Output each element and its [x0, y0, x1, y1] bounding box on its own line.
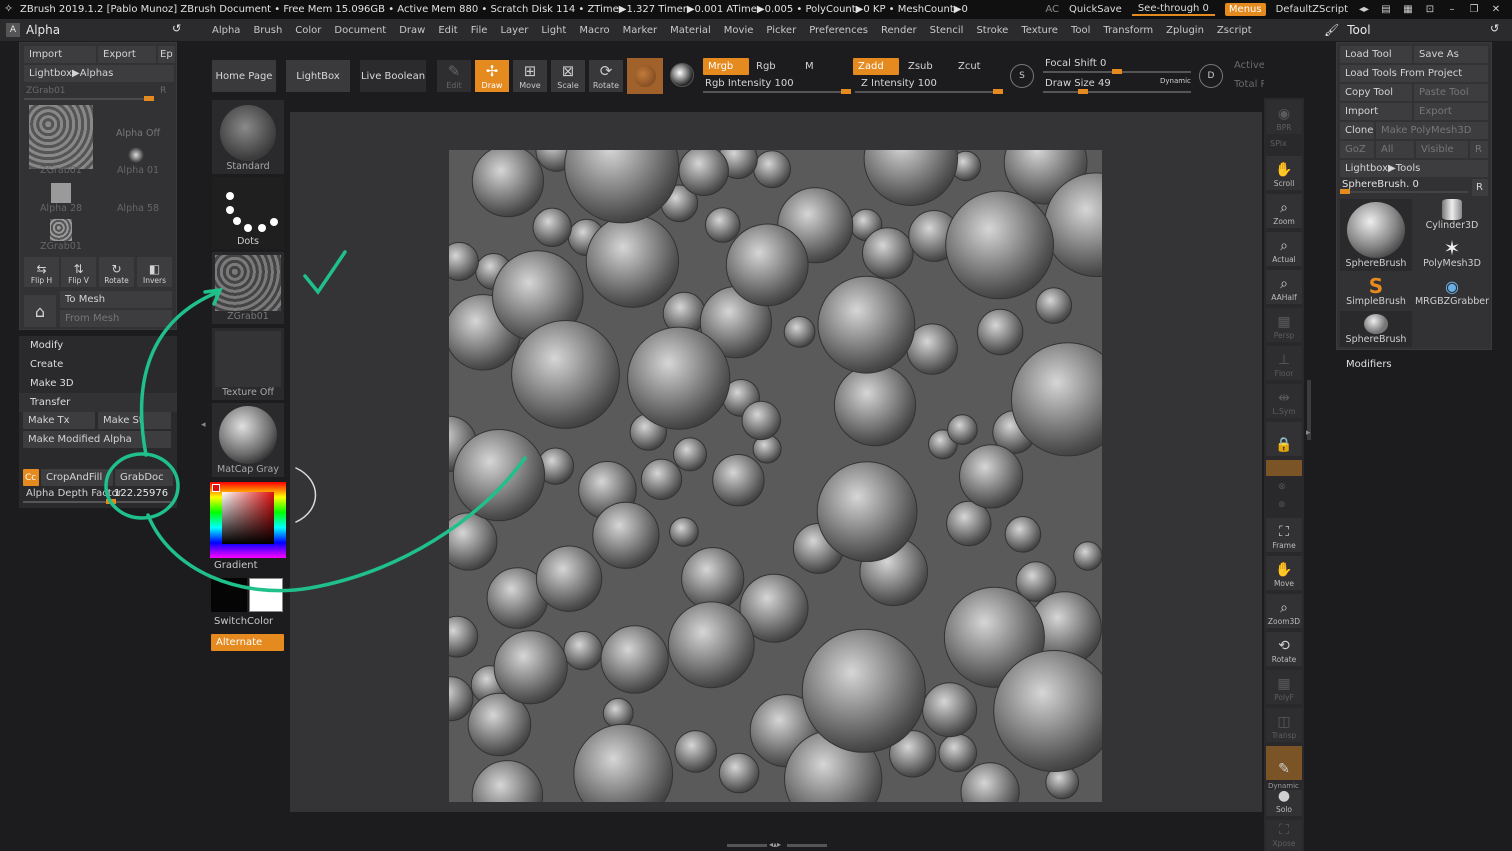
annotation-overlay [104, 250, 527, 593]
annotation-arrow-up [139, 290, 220, 457]
annotation-arc [295, 467, 317, 523]
bottom-collapse-icon[interactable]: ◂▴▸ [769, 840, 781, 849]
bottom-tray-handle[interactable]: ◂▴▸ [727, 840, 827, 849]
annotation-check-icon [303, 250, 347, 295]
annotation-circle-grabdoc [104, 452, 180, 520]
annotation-arrow-down [146, 456, 527, 593]
